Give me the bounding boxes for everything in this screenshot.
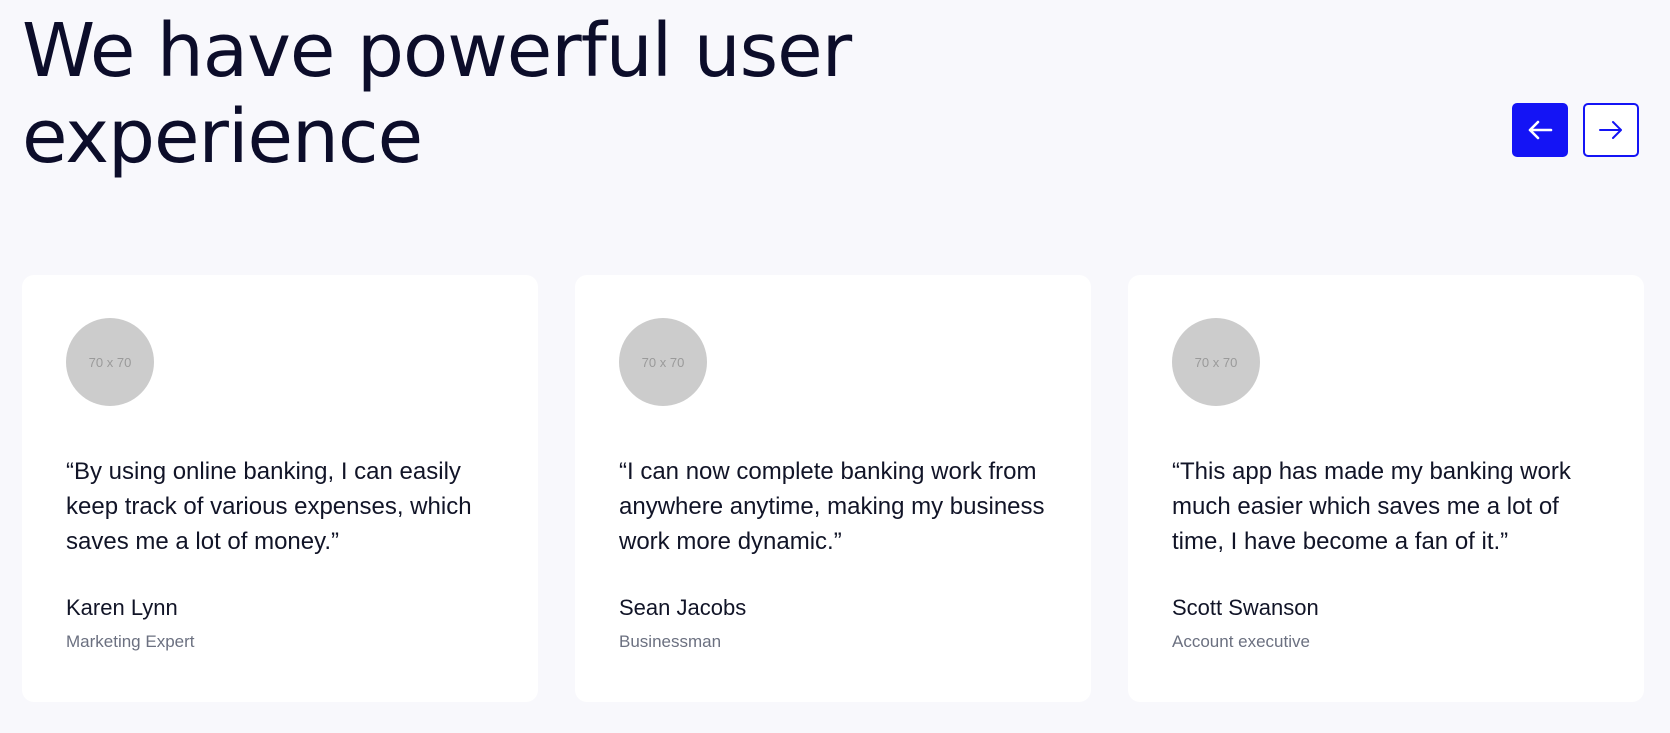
testimonial-quote: “I can now complete banking work from an… — [619, 458, 1045, 555]
avatar-placeholder-text: 70 x 70 — [88, 354, 132, 370]
testimonial-cards: 70 x 70 “By using online banking, I can … — [22, 275, 1644, 702]
previous-button[interactable] — [1512, 103, 1568, 157]
avatar: 70 x 70 — [1172, 318, 1260, 406]
testimonial-quote: “By using online banking, I can easily k… — [66, 458, 472, 555]
arrow-right-icon — [1599, 121, 1622, 139]
section-title-line-1: We have powerful user — [22, 8, 852, 94]
author-name: Sean Jacobs — [619, 595, 747, 620]
carousel-navigation — [1512, 103, 1639, 157]
author-role: Businessman — [619, 632, 722, 651]
testimonial-card: 70 x 70 “This app has made my banking wo… — [1128, 275, 1644, 702]
avatar-placeholder-text: 70 x 70 — [1194, 354, 1238, 370]
testimonial-card: 70 x 70 “I can now complete banking work… — [575, 275, 1091, 702]
author-role: Account executive — [1172, 632, 1310, 651]
section-title-line-2: experience — [22, 94, 423, 180]
arrow-left-icon — [1528, 120, 1553, 140]
next-button[interactable] — [1583, 103, 1639, 157]
avatar-placeholder-text: 70 x 70 — [641, 354, 685, 370]
author-name: Karen Lynn — [66, 595, 178, 620]
testimonial-card: 70 x 70 “By using online banking, I can … — [22, 275, 538, 702]
avatar: 70 x 70 — [619, 318, 707, 406]
section-title: We have powerful user experience — [22, 8, 882, 180]
testimonial-quote: “This app has made my banking work much … — [1172, 458, 1571, 555]
avatar: 70 x 70 — [66, 318, 154, 406]
author-name: Scott Swanson — [1172, 595, 1319, 620]
author-role: Marketing Expert — [66, 632, 195, 651]
